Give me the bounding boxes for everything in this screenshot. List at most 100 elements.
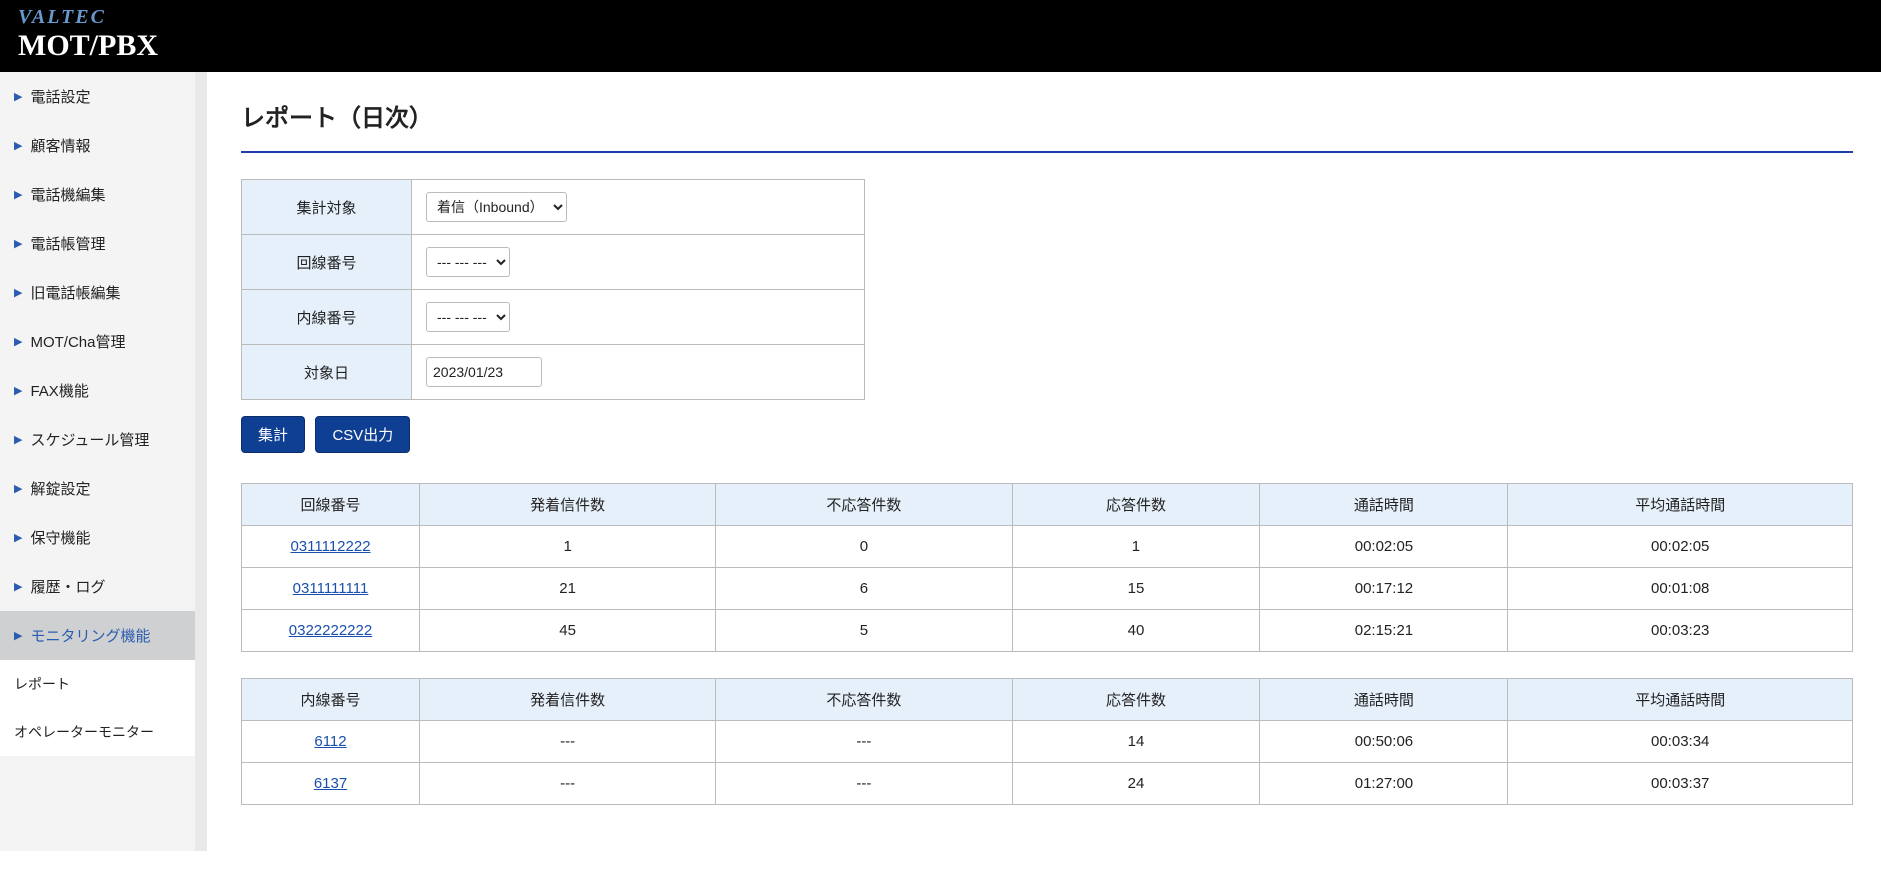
- sidebar-item-monitoring[interactable]: ▶ モニタリング機能: [0, 611, 195, 660]
- cell-ans: 15: [1012, 568, 1260, 610]
- sidebar-item-phone-edit[interactable]: ▶ 電話機編集: [0, 170, 195, 219]
- sidebar-item-label: 旧電話帳編集: [30, 282, 120, 303]
- sidebar-item-unlock[interactable]: ▶ 解錠設定: [0, 464, 195, 513]
- chevron-right-icon: ▶: [14, 286, 22, 299]
- csv-export-button[interactable]: CSV出力: [315, 416, 410, 453]
- sidebar-item-maintenance[interactable]: ▶ 保守機能: [0, 513, 195, 562]
- chevron-right-icon: ▶: [14, 531, 22, 544]
- th-answer-count: 応答件数: [1012, 484, 1260, 526]
- filter-label-date: 対象日: [242, 345, 412, 400]
- th-inout-count: 発着信件数: [420, 679, 716, 721]
- sidebar-item-old-phonebook[interactable]: ▶ 旧電話帳編集: [0, 268, 195, 317]
- chevron-right-icon: ▶: [14, 90, 22, 103]
- th-avg-talk-time: 平均通話時間: [1508, 679, 1853, 721]
- table-row: 0311112222 1 0 1 00:02:05 00:02:05: [242, 526, 1853, 568]
- filter-select-target[interactable]: 着信（Inbound）: [426, 192, 567, 222]
- cell-avg: 00:02:05: [1508, 526, 1853, 568]
- cell-inout: 21: [420, 568, 716, 610]
- sidebar-item-label: 電話機編集: [30, 184, 105, 205]
- sidebar-item-fax[interactable]: ▶ FAX機能: [0, 366, 195, 415]
- cell-avg: 00:03:37: [1508, 763, 1853, 805]
- cell-avg: 00:03:34: [1508, 721, 1853, 763]
- ext-number-link[interactable]: 6112: [314, 733, 346, 750]
- chevron-right-icon: ▶: [14, 237, 22, 250]
- cell-ans: 24: [1012, 763, 1260, 805]
- cell-noans: ---: [716, 721, 1012, 763]
- line-number-link[interactable]: 0322222222: [289, 622, 372, 639]
- sidebar-sub-report[interactable]: レポート: [0, 660, 195, 708]
- chevron-right-icon: ▶: [14, 188, 22, 201]
- chevron-right-icon: ▶: [14, 139, 22, 152]
- th-ext-number: 内線番号: [242, 679, 420, 721]
- sidebar-scrollbar[interactable]: [195, 72, 207, 851]
- cell-noans: ---: [716, 763, 1012, 805]
- sidebar-item-label: モニタリング機能: [30, 625, 150, 646]
- sidebar-sub-label: レポート: [14, 676, 70, 692]
- cell-noans: 5: [716, 610, 1012, 652]
- table-row: 0311111111 21 6 15 00:17:12 00:01:08: [242, 568, 1853, 610]
- sidebar-item-label: 電話設定: [30, 86, 90, 107]
- th-avg-talk-time: 平均通話時間: [1508, 484, 1853, 526]
- button-row: 集計 CSV出力: [241, 416, 1853, 453]
- sidebar-item-phone-settings[interactable]: ▶ 電話設定: [0, 72, 195, 121]
- sidebar-item-customer-info[interactable]: ▶顧客情報: [0, 121, 195, 170]
- chevron-right-icon: ▶: [14, 482, 22, 495]
- chevron-right-icon: ▶: [14, 335, 22, 348]
- filter-label-target: 集計対象: [242, 180, 412, 235]
- cell-inout: ---: [420, 763, 716, 805]
- page-title: レポート（日次）: [241, 98, 1853, 133]
- table-row: 0322222222 45 5 40 02:15:21 00:03:23: [242, 610, 1853, 652]
- cell-ans: 40: [1012, 610, 1260, 652]
- cell-ans: 1: [1012, 526, 1260, 568]
- sidebar-item-label: 電話帳管理: [30, 233, 105, 254]
- sidebar-item-label: 履歴・ログ: [30, 576, 105, 597]
- chevron-right-icon: ▶: [14, 580, 22, 593]
- sidebar-item-phonebook-mgmt[interactable]: ▶ 電話帳管理: [0, 219, 195, 268]
- th-answer-count: 応答件数: [1012, 679, 1260, 721]
- th-talk-time: 通話時間: [1260, 679, 1508, 721]
- sidebar-item-history-log[interactable]: ▶ 履歴・ログ: [0, 562, 195, 611]
- sidebar-item-label: FAX機能: [30, 380, 88, 401]
- chevron-right-icon: ▶: [14, 384, 22, 397]
- sidebar-sub-operator-monitor[interactable]: オペレーターモニター: [0, 708, 195, 756]
- ext-table: 内線番号 発着信件数 不応答件数 応答件数 通話時間 平均通話時間 6112 -…: [241, 678, 1853, 805]
- cell-noans: 0: [716, 526, 1012, 568]
- line-number-link[interactable]: 0311112222: [290, 538, 370, 555]
- aggregate-button[interactable]: 集計: [241, 416, 305, 453]
- table-row: 6112 --- --- 14 00:50:06 00:03:34: [242, 721, 1853, 763]
- line-number-link[interactable]: 0311111111: [293, 580, 369, 597]
- chevron-right-icon: ▶: [14, 629, 22, 642]
- th-noanswer-count: 不応答件数: [716, 679, 1012, 721]
- brand-motpbx: MOT/PBX: [18, 29, 1863, 63]
- sidebar-sub-label: オペレーターモニター: [14, 724, 154, 740]
- cell-inout: 45: [420, 610, 716, 652]
- th-line-number: 回線番号: [242, 484, 420, 526]
- cell-inout: 1: [420, 526, 716, 568]
- table-row: 6137 --- --- 24 01:27:00 00:03:37: [242, 763, 1853, 805]
- chevron-right-icon: ▶: [14, 433, 22, 446]
- filter-label-line: 回線番号: [242, 235, 412, 290]
- sidebar-item-label: 保守機能: [30, 527, 90, 548]
- filter-select-ext[interactable]: --- --- ---: [426, 302, 510, 332]
- sidebar-item-label: スケジュール管理: [30, 429, 149, 450]
- brand-valtec: VALTEC: [18, 6, 1863, 29]
- cell-noans: 6: [716, 568, 1012, 610]
- th-inout-count: 発着信件数: [420, 484, 716, 526]
- cell-dur: 01:27:00: [1260, 763, 1508, 805]
- filter-table: 集計対象 着信（Inbound） 回線番号 --- --- --- 内線番号: [241, 179, 865, 400]
- filter-input-date[interactable]: [426, 357, 542, 387]
- sidebar-item-label: MOT/Cha管理: [30, 331, 125, 352]
- cell-dur: 00:02:05: [1260, 526, 1508, 568]
- ext-number-link[interactable]: 6137: [314, 775, 347, 792]
- cell-dur: 00:50:06: [1260, 721, 1508, 763]
- sidebar-item-label: 解錠設定: [30, 478, 90, 499]
- filter-label-ext: 内線番号: [242, 290, 412, 345]
- sidebar-item-motcha[interactable]: ▶ MOT/Cha管理: [0, 317, 195, 366]
- cell-dur: 02:15:21: [1260, 610, 1508, 652]
- sidebar-item-schedule[interactable]: ▶ スケジュール管理: [0, 415, 195, 464]
- filter-select-line[interactable]: --- --- ---: [426, 247, 510, 277]
- cell-ans: 14: [1012, 721, 1260, 763]
- th-talk-time: 通話時間: [1260, 484, 1508, 526]
- cell-avg: 00:01:08: [1508, 568, 1853, 610]
- cell-dur: 00:17:12: [1260, 568, 1508, 610]
